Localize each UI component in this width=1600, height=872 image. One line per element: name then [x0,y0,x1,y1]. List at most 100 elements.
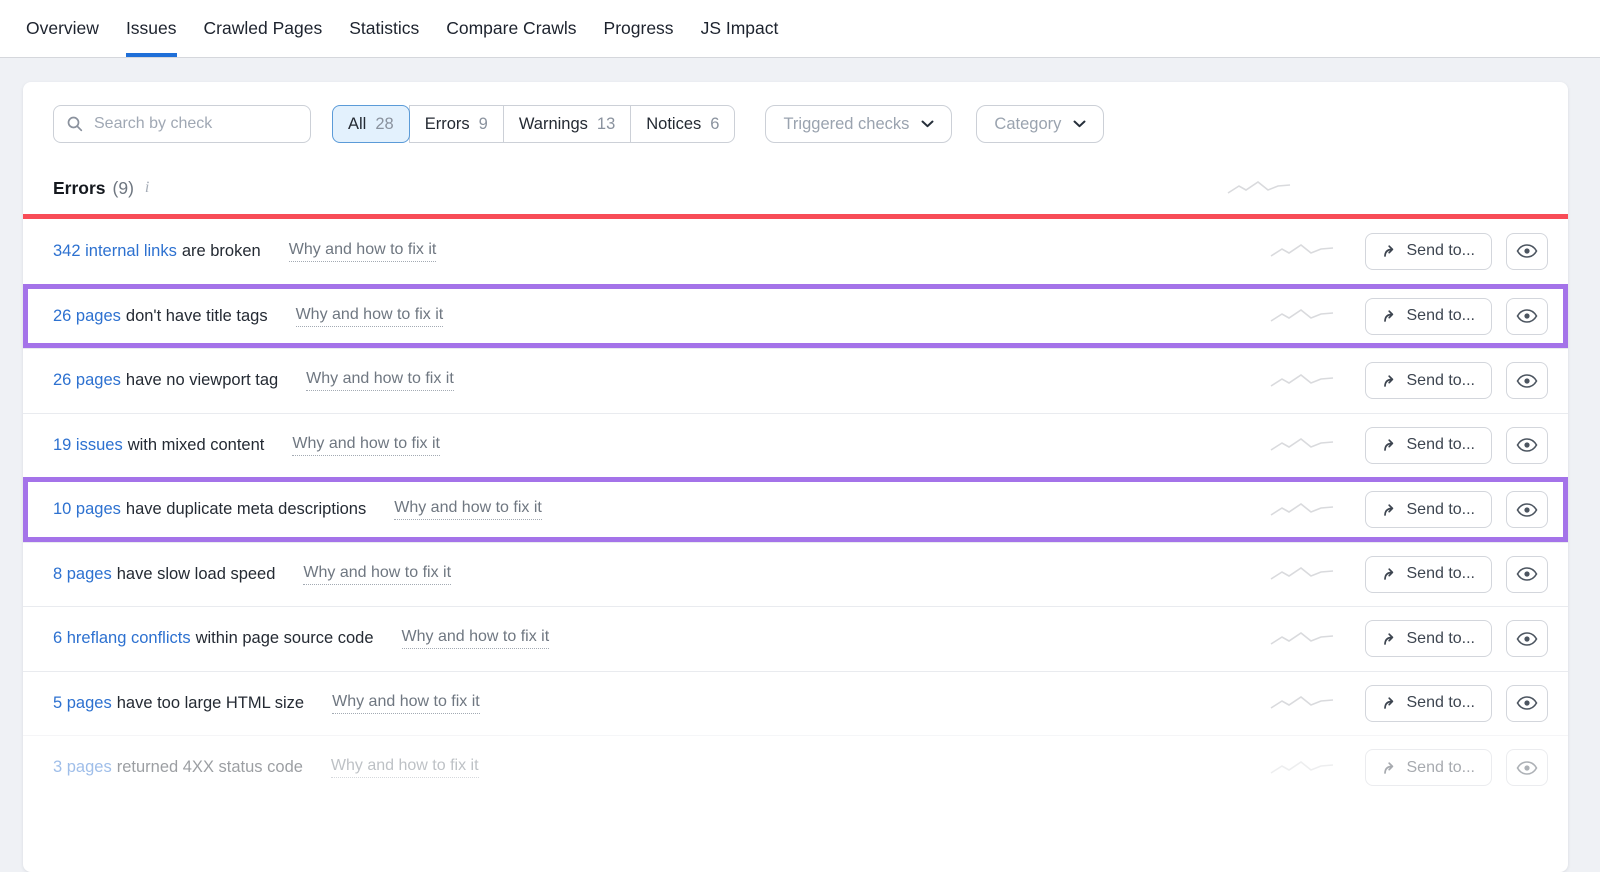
issue-description: 5 pageshave too large HTML size [53,694,304,713]
issue-count-link[interactable]: 26 pages [53,371,121,389]
filter-tab-label: Warnings [519,115,588,134]
tab-overview[interactable]: Overview [26,0,99,57]
filter-tab-warnings[interactable]: Warnings 13 [503,105,631,143]
row-actions: Send to... [1269,233,1549,270]
filter-tab-all[interactable]: All 28 [332,105,410,143]
send-to-label: Send to... [1407,242,1476,260]
chevron-down-icon [1073,120,1086,128]
row-actions: Send to... [1269,362,1549,399]
why-how-to-fix-link[interactable]: Why and how to fix it [331,757,479,778]
issue-description: 19 issueswith mixed content [53,436,264,455]
issue-description: 342 internal links are broken [53,242,261,261]
eye-icon [1516,438,1538,452]
issue-rest-text: are broken [182,242,261,260]
send-to-label: Send to... [1407,694,1476,712]
tab-statistics[interactable]: Statistics [349,0,419,57]
issue-rest-text: have slow load speed [117,565,276,583]
send-to-button[interactable]: Send to... [1365,749,1493,786]
why-how-to-fix-link[interactable]: Why and how to fix it [332,693,480,714]
trend-sparkline [1269,563,1335,585]
send-to-button[interactable]: Send to... [1365,491,1493,528]
tab-compare-crawls[interactable]: Compare Crawls [446,0,576,57]
forward-arrow-icon [1382,631,1398,647]
issue-row: 342 internal links are broken Why and how… [23,219,1568,284]
why-how-to-fix-link[interactable]: Why and how to fix it [394,499,542,520]
eye-icon [1516,632,1538,646]
top-nav: Overview Issues Crawled Pages Statistics Com… [0,0,1600,58]
why-how-to-fix-link[interactable]: Why and how to fix it [402,628,550,649]
send-to-button[interactable]: Send to... [1365,685,1493,722]
eye-icon [1516,761,1538,775]
issue-count-link[interactable]: 10 pages [53,500,121,518]
eye-button[interactable] [1506,427,1548,464]
send-to-button[interactable]: Send to... [1365,233,1493,270]
filter-tab-count: 6 [710,115,719,134]
why-how-to-fix-link[interactable]: Why and how to fix it [306,370,454,391]
filter-tab-label: All [348,115,366,134]
search-input[interactable] [53,105,311,143]
issue-count-link[interactable]: 342 internal links [53,242,177,260]
trend-sparkline [1226,177,1292,199]
eye-icon [1516,374,1538,388]
eye-button[interactable] [1506,362,1548,399]
eye-button[interactable] [1506,685,1548,722]
issue-count-link[interactable]: 3 pages [53,758,112,776]
why-how-to-fix-link[interactable]: Why and how to fix it [296,306,444,327]
issue-count-link[interactable]: 26 pages [53,307,121,325]
send-to-button[interactable]: Send to... [1365,427,1493,464]
why-how-to-fix-link[interactable]: Why and how to fix it [292,435,440,456]
send-to-button[interactable]: Send to... [1365,298,1493,335]
issue-rest-text: have duplicate meta descriptions [126,500,366,518]
issue-row: 19 issueswith mixed content Why and how … [23,413,1568,478]
tab-js-impact[interactable]: JS Impact [701,0,779,57]
send-to-button[interactable]: Send to... [1365,362,1493,399]
send-to-button[interactable]: Send to... [1365,620,1493,657]
triggered-checks-dropdown[interactable]: Triggered checks [765,105,952,143]
tab-crawled-pages[interactable]: Crawled Pages [204,0,323,57]
row-actions: Send to... [1269,685,1549,722]
eye-button[interactable] [1506,556,1548,593]
forward-arrow-icon [1382,695,1398,711]
forward-arrow-icon [1382,308,1398,324]
issue-rest-text: returned 4XX status code [117,758,303,776]
forward-arrow-icon [1382,437,1398,453]
filter-tab-label: Errors [425,115,470,134]
info-icon[interactable]: i [145,179,149,197]
issue-row: 6 hreflang conflicts within page source c… [23,606,1568,671]
forward-arrow-icon [1382,566,1398,582]
issue-description: 10 pages have duplicate meta descriptions [53,500,366,519]
why-how-to-fix-link[interactable]: Why and how to fix it [289,241,437,262]
trend-sparkline [1269,499,1335,521]
issue-description: 3 pages returned 4XX status code [53,758,303,777]
eye-button[interactable] [1506,620,1548,657]
send-to-button[interactable]: Send to... [1365,556,1493,593]
issue-count-link[interactable]: 6 hreflang conflicts [53,629,191,647]
issue-rest-text: within page source code [196,629,374,647]
chevron-down-icon [921,120,934,128]
row-actions: Send to... [1269,556,1549,593]
row-actions: Send to... [1269,749,1549,786]
filter-tab-count: 13 [597,115,615,134]
eye-button[interactable] [1506,298,1548,335]
issues-panel: All 28 Errors 9 Warnings 13 Notices 6 Tr… [23,82,1568,872]
eye-icon [1516,244,1538,258]
why-how-to-fix-link[interactable]: Why and how to fix it [303,564,451,585]
dropdown-label: Category [994,115,1061,134]
trend-sparkline [1269,370,1335,392]
filter-tab-notices[interactable]: Notices 6 [630,105,735,143]
errors-section-header: Errors (9) i [23,173,1568,203]
filter-tab-errors[interactable]: Errors 9 [409,105,504,143]
send-to-label: Send to... [1407,372,1476,390]
tab-progress[interactable]: Progress [604,0,674,57]
issue-count-link[interactable]: 8 pages [53,565,112,583]
issue-count-link[interactable]: 5 pages [53,694,112,712]
eye-button[interactable] [1506,749,1548,786]
send-to-label: Send to... [1407,307,1476,325]
top-nav-tabs: Overview Issues Crawled Pages Statistics Com… [26,0,778,57]
tab-issues[interactable]: Issues [126,0,177,57]
category-dropdown[interactable]: Category [976,105,1104,143]
eye-button[interactable] [1506,491,1548,528]
issue-count-link[interactable]: 19 issues [53,436,123,454]
eye-button[interactable] [1506,233,1548,270]
issue-rest-text: have no viewport tag [126,371,278,389]
